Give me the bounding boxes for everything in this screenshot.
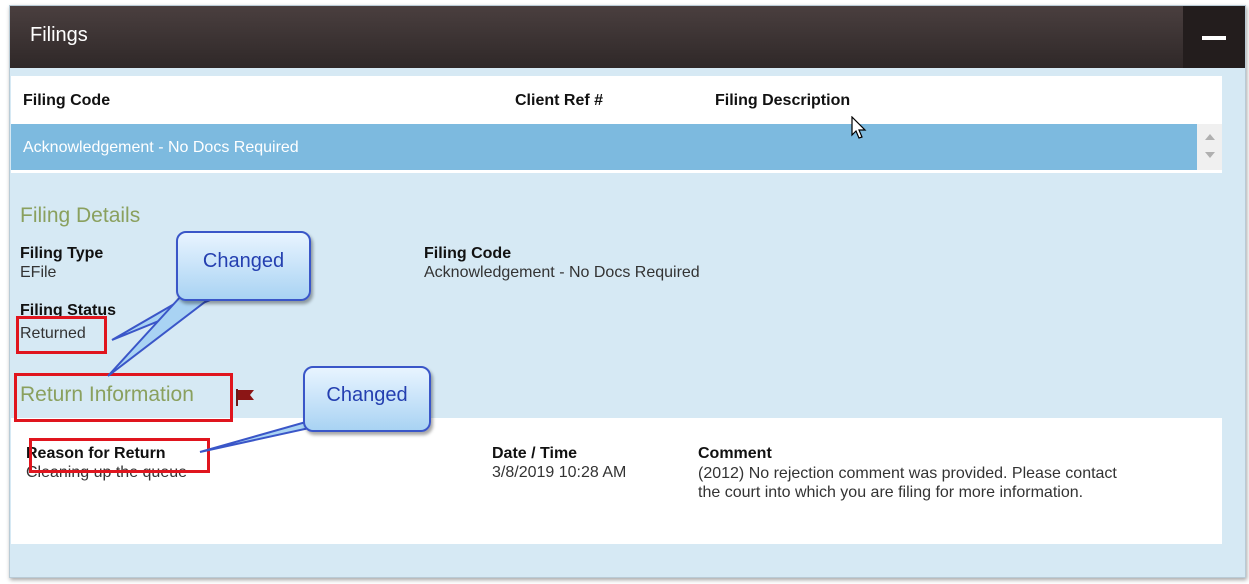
changed-callout-reason: Changed (303, 366, 431, 432)
changed-callout-status: Changed (176, 231, 311, 301)
cursor-icon (851, 116, 867, 139)
